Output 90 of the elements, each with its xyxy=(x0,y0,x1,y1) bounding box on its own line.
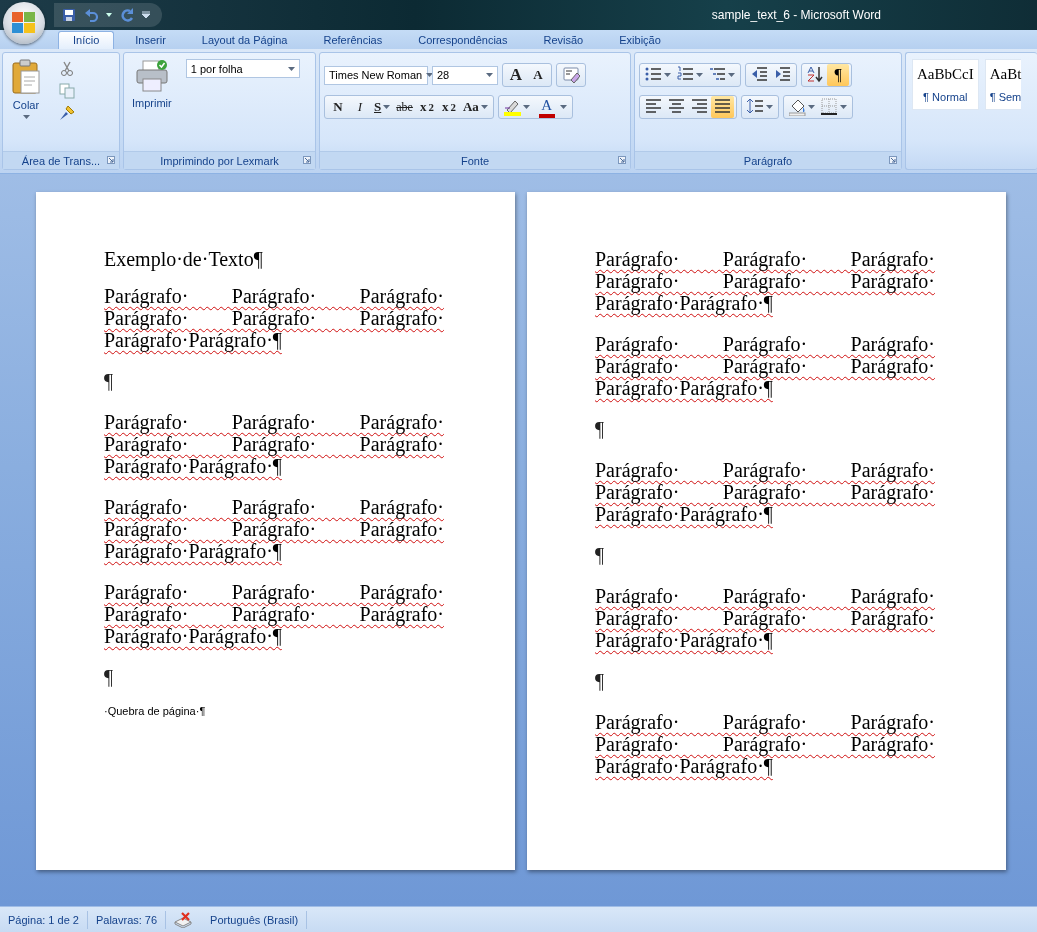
caret-icon xyxy=(426,73,434,77)
paragraph-text: Parágrafo· Parágrafo· Parágrafo· Parágrafo· Parágrafo· Parágrafo· Parágrafo·Parágrafo·¶ xyxy=(595,459,935,525)
dialog-launcher-icon[interactable] xyxy=(303,156,311,164)
ribbon-tab[interactable]: Correspondências xyxy=(403,31,523,49)
align-right-icon xyxy=(691,98,708,116)
caret-icon xyxy=(22,115,30,119)
group-label: Fonte xyxy=(460,154,490,167)
underline-button[interactable]: S xyxy=(371,96,394,118)
caret-icon xyxy=(522,105,530,109)
caret-icon xyxy=(664,73,671,77)
paragraph-text: Parágrafo· Parágrafo· Parágrafo· Parágrafo· Parágrafo· Parágrafo· Parágrafo·Parágrafo·¶ xyxy=(595,333,935,399)
customize-menu-icon[interactable] xyxy=(142,11,150,19)
bold-button[interactable]: N xyxy=(327,96,349,118)
paragraph-text: Parágrafo· Parágrafo· Parágrafo· Parágrafo· Parágrafo· Parágrafo· Parágrafo·Parágrafo·¶ xyxy=(595,711,935,777)
ribbon-tab[interactable]: Início xyxy=(58,31,115,49)
ribbon-tab[interactable]: Exibição xyxy=(604,31,676,49)
change-case-button[interactable]: Aa xyxy=(459,96,491,118)
paint-bucket-icon xyxy=(789,98,806,116)
scissors-icon[interactable] xyxy=(59,61,75,77)
marker-icon xyxy=(503,98,521,116)
group-label: Área de Trans... xyxy=(21,154,101,167)
font-color-button[interactable]: A xyxy=(532,96,570,118)
page-count[interactable]: Página: 1 de 2 xyxy=(8,913,79,926)
clipboard-icon xyxy=(11,59,41,95)
justify-icon xyxy=(714,98,731,116)
paragraph-mark: ¶ xyxy=(595,418,606,440)
paragraph-text: Parágrafo· Parágrafo· Parágrafo· Parágrafo· Parágrafo· Parágrafo· Parágrafo·Parágrafo·¶ xyxy=(104,581,444,647)
decrease-indent-icon xyxy=(751,66,768,84)
redo-icon[interactable] xyxy=(120,8,134,22)
caret-icon xyxy=(480,105,488,109)
caret-icon xyxy=(696,73,703,77)
group-label: Imprimindo por Lexmark xyxy=(160,154,279,167)
paragraph-text: Parágrafo· Parágrafo· Parágrafo· Parágrafo· Parágrafo· Parágrafo· Parágrafo·Parágrafo·¶ xyxy=(104,411,444,477)
office-logo-icon xyxy=(11,11,37,35)
paragraph-text: Parágrafo· Parágrafo· Parágrafo· Parágrafo· Parágrafo· Parágrafo· Parágrafo·Parágrafo·¶ xyxy=(595,585,935,651)
paragraph-text: Parágrafo· Parágrafo· Parágrafo· Parágrafo· Parágrafo· Parágrafo· Parágrafo·Parágrafo·¶ xyxy=(104,285,444,351)
window-title: sample_text_6 - Microsoft Word xyxy=(711,8,881,22)
sort-icon xyxy=(807,66,824,84)
book-error-icon[interactable] xyxy=(174,911,193,928)
paintbrush-icon[interactable] xyxy=(59,105,75,121)
align-left-icon xyxy=(645,98,662,116)
caret-icon xyxy=(728,73,735,77)
font-size-field[interactable]: 28 xyxy=(432,65,498,85)
office-button[interactable] xyxy=(3,2,45,44)
ribbon-tab[interactable]: Inserir xyxy=(120,31,181,49)
dialog-launcher-icon[interactable] xyxy=(889,156,897,164)
paragraph-mark: ¶ xyxy=(104,370,115,392)
paste-button[interactable]: Colar xyxy=(7,57,45,151)
ribbon-tab[interactable]: Referências xyxy=(308,31,398,49)
style-preset[interactable]: AaBt ¶ Sem xyxy=(984,59,1022,110)
ribbon-tab[interactable]: Revisão xyxy=(528,31,599,49)
shrink-font-button[interactable]: A xyxy=(527,64,549,86)
heading-text: Exemplo·de·Texto¶ xyxy=(104,248,264,270)
border-grid-button[interactable] xyxy=(818,96,850,118)
paragraph-mark: ¶ xyxy=(595,670,606,692)
style-preset[interactable]: AaBbCcI ¶ Normal xyxy=(912,59,979,110)
ribbon-tab[interactable]: Layout da Página xyxy=(186,31,303,49)
italic-button[interactable]: I xyxy=(349,96,371,118)
word-count[interactable]: Palavras: 76 xyxy=(95,913,158,926)
caret-icon xyxy=(808,105,815,109)
caret-icon xyxy=(766,105,773,109)
line-spacing-icon xyxy=(747,98,764,116)
strikethrough-button[interactable]: abe xyxy=(393,96,416,118)
grow-font-button[interactable]: A xyxy=(505,64,527,86)
caret-icon xyxy=(383,105,391,109)
align-center-icon xyxy=(668,98,685,116)
page-break-text: ·Quebra de página·¶ xyxy=(104,705,207,717)
dialog-launcher-icon[interactable] xyxy=(107,156,115,164)
group-label: Parágrafo xyxy=(743,154,793,167)
print-button[interactable]: Imprimir xyxy=(128,57,176,151)
caret-icon xyxy=(287,66,295,71)
paragraph-text: Parágrafo· Parágrafo· Parágrafo· Parágrafo· Parágrafo· Parágrafo· Parágrafo·Parágrafo·¶ xyxy=(595,248,935,314)
eraser-icon xyxy=(562,66,580,84)
paragraph-mark: ¶ xyxy=(104,666,115,688)
show-marks-button[interactable]: ¶ xyxy=(827,64,849,86)
increase-indent-icon xyxy=(774,66,791,84)
dialog-launcher-icon[interactable] xyxy=(618,156,626,164)
save-icon[interactable] xyxy=(62,8,76,22)
printer-icon xyxy=(134,59,169,93)
caret-icon xyxy=(559,105,567,109)
language-indicator[interactable]: Português (Brasil) xyxy=(210,913,299,926)
paragraph-text: Parágrafo· Parágrafo· Parágrafo· Parágrafo· Parágrafo· Parágrafo· Parágrafo·Parágrafo·¶ xyxy=(104,496,444,562)
caret-icon xyxy=(840,105,847,109)
justify-button[interactable] xyxy=(711,96,734,118)
dropdown-caret-icon[interactable] xyxy=(106,13,112,17)
pages-per-sheet-dropdown[interactable]: 1 por folha xyxy=(185,59,300,78)
border-grid-icon xyxy=(821,98,838,116)
paragraph-mark: ¶ xyxy=(595,544,606,566)
undo-icon[interactable] xyxy=(84,8,98,22)
caret-icon xyxy=(486,73,493,77)
